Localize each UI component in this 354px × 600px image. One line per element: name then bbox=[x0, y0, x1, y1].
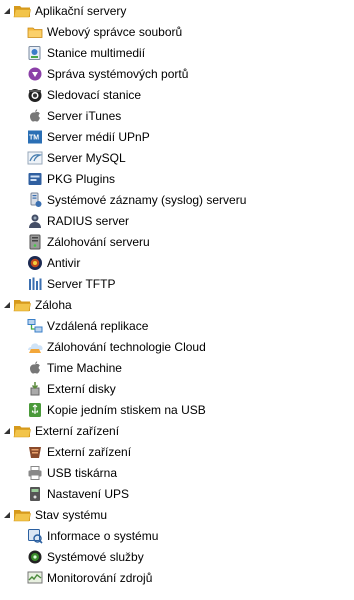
tree-category[interactable]: Aplikační servery bbox=[0, 1, 126, 22]
tree-category[interactable]: Stav systému bbox=[0, 505, 107, 526]
tree-item-label: Time Machine bbox=[47, 360, 122, 375]
cloud-backup-icon bbox=[27, 339, 43, 355]
expand-triangle-icon[interactable] bbox=[2, 426, 12, 436]
tree-item[interactable]: Nastavení UPS bbox=[0, 484, 129, 505]
tree-item[interactable]: Externí zařízení bbox=[0, 442, 131, 463]
tree-item[interactable]: Server TFTP bbox=[0, 274, 115, 295]
tree-item[interactable]: Kopie jedním stiskem na USB bbox=[0, 400, 206, 421]
tree-item[interactable]: Systémové záznamy (syslog) serveru bbox=[0, 190, 246, 211]
tree-item-label: Webový správce souborů bbox=[47, 24, 183, 39]
antivirus-icon bbox=[27, 255, 43, 271]
tree-item-label: PKG Plugins bbox=[47, 171, 116, 186]
apple-icon bbox=[27, 108, 43, 124]
svg-text:TM: TM bbox=[29, 135, 39, 142]
settings-tree: Aplikační servery Webový správce souborů S… bbox=[0, 0, 354, 600]
tree-item-label: Sledovací stanice bbox=[47, 87, 142, 102]
apple-icon bbox=[27, 360, 43, 376]
tree-item-label: RADIUS server bbox=[47, 213, 130, 228]
resource-monitor-icon bbox=[27, 570, 43, 586]
tree-item-label: Stanice multimedií bbox=[47, 45, 146, 60]
tree-item[interactable]: PKG Plugins bbox=[0, 169, 115, 190]
system-info-icon bbox=[27, 528, 43, 544]
external-device-icon bbox=[27, 444, 43, 460]
tree-item[interactable]: Monitorování zdrojů bbox=[0, 568, 152, 589]
tree-item[interactable]: Informace o systému bbox=[0, 526, 158, 547]
tree-item-label: Monitorování zdrojů bbox=[47, 570, 153, 585]
tree-item[interactable]: Zálohování technologie Cloud bbox=[0, 337, 206, 358]
usb-copy-icon bbox=[27, 402, 43, 418]
tree-item[interactable]: Systémové služby bbox=[0, 547, 144, 568]
tree-item-label: Externí zařízení bbox=[47, 444, 132, 459]
plugins-icon bbox=[27, 171, 43, 187]
multimedia-station-icon bbox=[27, 45, 43, 61]
remote-replication-icon bbox=[27, 318, 43, 334]
tree-item[interactable]: Time Machine bbox=[0, 358, 122, 379]
syslog-icon bbox=[27, 192, 43, 208]
tree-category-label: Aplikační servery bbox=[35, 3, 127, 18]
tree-item-label: Zálohování technologie Cloud bbox=[47, 339, 206, 354]
surveillance-camera-icon bbox=[27, 87, 43, 103]
tree-item[interactable]: RADIUS server bbox=[0, 211, 129, 232]
tree-item-label: Zálohování serveru bbox=[47, 234, 150, 249]
tree-item-label: Systémové záznamy (syslog) serveru bbox=[47, 192, 247, 207]
tree-item-label: Antivir bbox=[47, 255, 81, 270]
mysql-icon bbox=[27, 150, 43, 166]
expand-triangle-icon[interactable] bbox=[2, 510, 12, 520]
tree-category-label: Externí zařízení bbox=[35, 423, 120, 438]
tree-item-label: Server MySQL bbox=[47, 150, 126, 165]
tree-category-label: Záloha bbox=[35, 297, 72, 312]
tree-item-label: Nastavení UPS bbox=[47, 486, 130, 501]
tree-item-label: Server médií UPnP bbox=[47, 129, 150, 144]
tftp-icon bbox=[27, 276, 43, 292]
expand-triangle-icon[interactable] bbox=[2, 300, 12, 310]
tree-category[interactable]: Externí zařízení bbox=[0, 421, 119, 442]
expand-triangle-icon[interactable] bbox=[2, 6, 12, 16]
tree-item-label: Informace o systému bbox=[47, 528, 159, 543]
tree-item[interactable]: Stanice multimedií bbox=[0, 43, 145, 64]
tree-item-label: Server TFTP bbox=[47, 276, 116, 291]
tree-item-label: Systémové služby bbox=[47, 549, 144, 564]
tree-item[interactable]: Sledovací stanice bbox=[0, 85, 141, 106]
folder-open-icon bbox=[13, 508, 31, 522]
port-management-icon bbox=[27, 66, 43, 82]
ups-icon bbox=[27, 486, 43, 502]
external-disk-icon bbox=[27, 381, 43, 397]
folder-open-icon bbox=[13, 298, 31, 312]
radius-server-icon bbox=[27, 213, 43, 229]
tree-item[interactable]: Správa systémových portů bbox=[0, 64, 188, 85]
tree-item[interactable]: Antivir bbox=[0, 253, 80, 274]
upnp-icon: TM bbox=[27, 129, 43, 145]
tree-item-label: Kopie jedním stiskem na USB bbox=[47, 402, 206, 417]
system-services-icon bbox=[27, 549, 43, 565]
tree-item[interactable]: USB tiskárna bbox=[0, 463, 117, 484]
tree-item[interactable]: TM Server médií UPnP bbox=[0, 127, 150, 148]
backup-server-icon bbox=[27, 234, 43, 250]
tree-item[interactable]: Zálohování serveru bbox=[0, 232, 150, 253]
tree-item[interactable]: Externí disky bbox=[0, 379, 116, 400]
printer-icon bbox=[27, 465, 43, 481]
tree-item[interactable]: Webový správce souborů bbox=[0, 22, 182, 43]
tree-item-label: USB tiskárna bbox=[47, 465, 118, 480]
tree-item[interactable]: Server iTunes bbox=[0, 106, 121, 127]
folder-icon bbox=[27, 24, 43, 40]
tree-item[interactable]: Server MySQL bbox=[0, 148, 126, 169]
folder-open-icon bbox=[13, 424, 31, 438]
tree-item-label: Vzdálená replikace bbox=[47, 318, 149, 333]
folder-open-icon bbox=[13, 4, 31, 18]
tree-item-label: Externí disky bbox=[47, 381, 116, 396]
tree-item-label: Správa systémových portů bbox=[47, 66, 189, 81]
tree-item[interactable]: Vzdálená replikace bbox=[0, 316, 148, 337]
tree-category-label: Stav systému bbox=[35, 507, 108, 522]
tree-category[interactable]: Záloha bbox=[0, 295, 72, 316]
tree-item-label: Server iTunes bbox=[47, 108, 122, 123]
